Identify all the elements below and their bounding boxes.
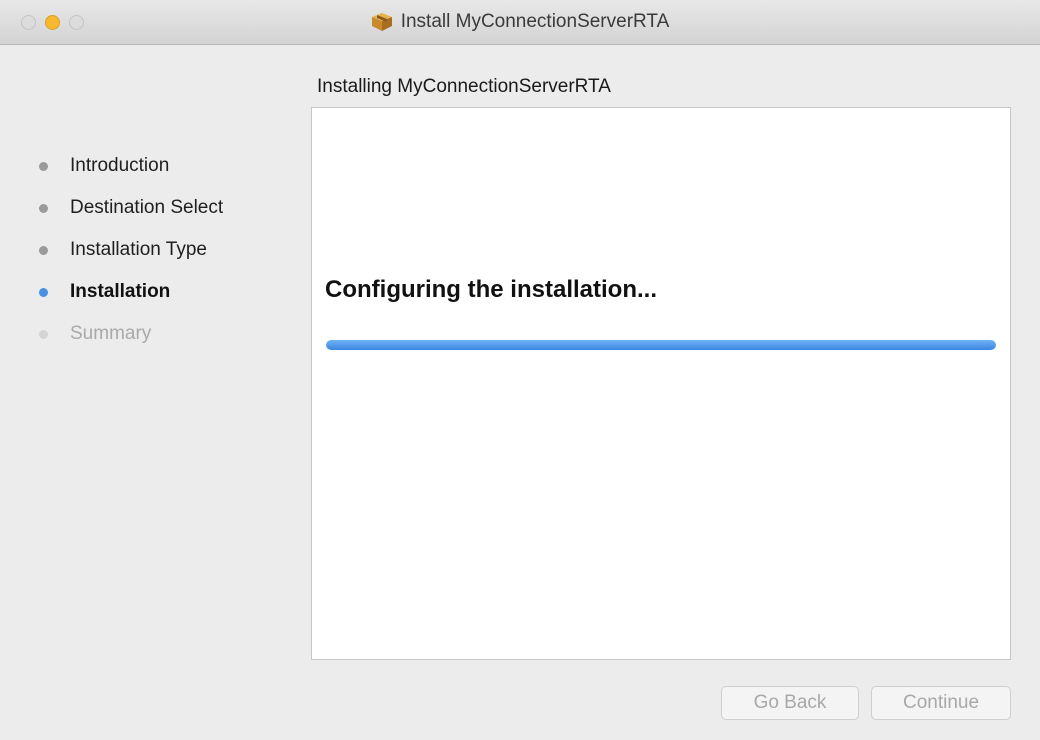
step-label: Destination Select — [70, 197, 224, 218]
continue-button[interactable]: Continue — [871, 686, 1011, 720]
step-introduction: Introduction — [36, 145, 296, 187]
step-label: Installation Type — [70, 239, 207, 260]
page-heading: Installing MyConnectionServerRTA — [317, 76, 611, 97]
step-installation: Installation — [36, 271, 296, 313]
steps-sidebar: Introduction Destination Select Installa… — [36, 145, 296, 355]
title-bar[interactable]: Install MyConnectionServerRTA — [0, 0, 1040, 45]
step-label: Summary — [70, 323, 152, 344]
step-dot-icon — [39, 161, 48, 171]
go-back-button[interactable]: Go Back — [721, 686, 859, 720]
step-summary: Summary — [36, 313, 296, 355]
step-destination-select: Destination Select — [36, 187, 296, 229]
window-title-group: Install MyConnectionServerRTA — [0, 0, 1040, 44]
package-icon — [371, 13, 392, 31]
content-panel: Configuring the installation... — [311, 107, 1011, 660]
step-label: Introduction — [70, 155, 170, 176]
progress-bar — [326, 340, 996, 350]
step-dot-icon — [39, 245, 48, 255]
progress-bar-fill — [326, 340, 996, 350]
step-label: Installation — [70, 281, 171, 302]
installer-window: Install MyConnectionServerRTA Installing… — [0, 0, 1040, 740]
step-dot-icon — [39, 329, 48, 339]
step-dot-icon — [39, 203, 48, 213]
window-title: Install MyConnectionServerRTA — [400, 11, 670, 32]
status-text: Configuring the installation... — [325, 276, 657, 303]
step-installation-type: Installation Type — [36, 229, 296, 271]
step-dot-icon — [39, 287, 48, 297]
